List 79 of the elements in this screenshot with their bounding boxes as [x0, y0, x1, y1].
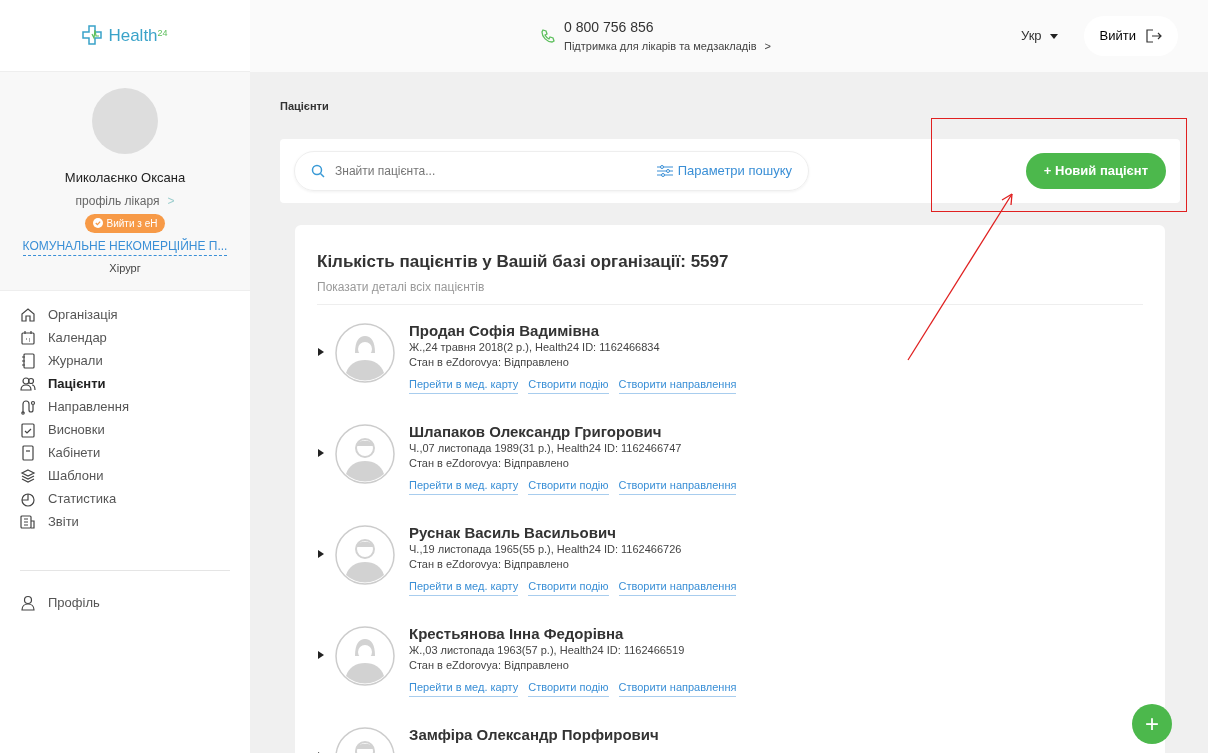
sidebar-item[interactable]: Профіль [20, 591, 100, 614]
show-details-link[interactable]: Показати деталі всіх пацієнтів [317, 280, 485, 294]
expand-icon[interactable] [317, 347, 325, 357]
sidebar-item[interactable]: Статистика [20, 487, 117, 510]
sidebar-item[interactable]: Кабінети [20, 441, 101, 464]
patient-name: Шлапаков Олександр Григорович [409, 422, 663, 441]
doctor-profile-link[interactable]: профіль лікаря [75, 191, 160, 210]
specialty-text: Хірург [109, 260, 141, 276]
doctor-name: Миколаєнко Оксана [64, 169, 186, 187]
patient-status: Стан в eZdorovya: Відправлено [409, 557, 570, 572]
patient-name: Продан Софія Вадимівна [409, 321, 600, 340]
notebook-icon [20, 352, 36, 369]
phone-icon [540, 28, 556, 44]
report-icon [20, 513, 36, 530]
route-icon [20, 398, 36, 415]
patient-action-link[interactable]: Створити направлення [618, 679, 737, 697]
organization-link[interactable]: КОМУНАЛЬНЕ НЕКОМЕРЦІЙНЕ П... [22, 236, 228, 256]
patient-action-link[interactable]: Перейти в мед. карту [409, 578, 519, 596]
pie-chart-icon [20, 490, 36, 507]
patient-name: Руснак Василь Васильович [409, 523, 617, 542]
logout-button[interactable]: Вийти [1083, 16, 1178, 56]
expand-icon[interactable] [317, 448, 325, 458]
search-parameters-button[interactable]: Параметри пошуку [656, 160, 792, 181]
people-icon [20, 375, 36, 392]
patient-action-link[interactable]: Перейти в мед. карту [409, 679, 519, 697]
support-phone: 0 800 756 856 [564, 18, 655, 38]
sidebar-item[interactable]: Пацієнти [20, 372, 106, 395]
sidebar-item[interactable]: Звіти [20, 510, 79, 533]
layers-icon [20, 467, 36, 484]
patient-action-link[interactable]: Створити направлення [618, 376, 737, 394]
sidebar-item[interactable]: Календар [20, 326, 107, 349]
logout-icon [1146, 29, 1162, 43]
patient-action-link[interactable]: Створити подію [528, 578, 609, 596]
patient-name: Замфіра Олександр Порфирович [409, 725, 659, 744]
new-patient-button[interactable]: + Новий пацієнт [1025, 152, 1166, 189]
sliders-icon [656, 164, 673, 177]
patient-info: Ч.,07 листопада 1989(31 р.), Health24 ID: 1162466747 [409, 441, 683, 456]
search-icon [311, 163, 325, 178]
logo-cross-icon [82, 24, 105, 47]
check-icon [92, 218, 103, 228]
home-icon [20, 306, 36, 323]
sidebar-item[interactable]: Висновки [20, 418, 105, 441]
patient-info: Ж.,24 травня 2018(2 р.), Health24 ID: 1162466834 [409, 340, 661, 355]
exit-eh-button[interactable]: Вийти з еН [84, 213, 166, 233]
expand-icon[interactable] [317, 650, 325, 660]
sidebar-item[interactable]: Організація [20, 303, 118, 326]
avatar-icon [335, 424, 395, 484]
patient-action-link[interactable]: Перейти в мед. карту [409, 477, 519, 495]
patient-status: Стан в eZdorovya: Відправлено [409, 456, 570, 471]
sidebar-item[interactable]: Шаблони [20, 464, 104, 487]
door-icon [20, 444, 36, 461]
checklist-icon [20, 421, 36, 438]
chevron-icon: > [764, 38, 771, 55]
patient-status: Стан в eZdorovya: Відправлено [409, 355, 570, 370]
language-dropdown[interactable]: Укр [1015, 25, 1064, 47]
patient-action-link[interactable]: Створити подію [528, 679, 609, 697]
chevron-icon: > [167, 191, 175, 210]
sidebar-item[interactable]: Направлення [20, 395, 129, 418]
calendar-icon [20, 329, 36, 346]
avatar-icon [335, 323, 395, 383]
support-link[interactable]: Підтримка для лікарів та медзакладів [564, 38, 757, 55]
patient-action-link[interactable]: Створити направлення [618, 477, 737, 495]
patient-action-link[interactable]: Створити направлення [618, 578, 737, 596]
patient-action-link[interactable]: Перейти в мед. карту [409, 376, 519, 394]
person-icon [20, 594, 36, 611]
page-title: Пацієнти [280, 99, 330, 114]
sidebar-item[interactable]: Журнали [20, 349, 103, 372]
patients-count-title: Кількість пацієнтів у Вашій базі організації: 5597 [317, 250, 730, 273]
logo-text: Health$^{24}$ [108, 24, 168, 47]
patient-info: Ж.,03 листопада 1963(57 р.), Health24 ID: 1162466519 [409, 643, 686, 658]
avatar-icon [335, 525, 395, 585]
expand-icon[interactable] [317, 549, 325, 559]
patient-status: Стан в eZdorovya: Відправлено [409, 658, 570, 673]
patient-action-link[interactable]: Створити подію [528, 376, 609, 394]
patient-name: Крестьянова Інна Федорівна [409, 624, 625, 643]
caret-icon [1049, 33, 1058, 39]
avatar-icon [335, 626, 395, 686]
patient-action-link[interactable]: Створити подію [528, 477, 609, 495]
patient-info: Ч.,19 листопада 1965(55 р.), Health24 ID: 1162466726 [409, 542, 683, 557]
